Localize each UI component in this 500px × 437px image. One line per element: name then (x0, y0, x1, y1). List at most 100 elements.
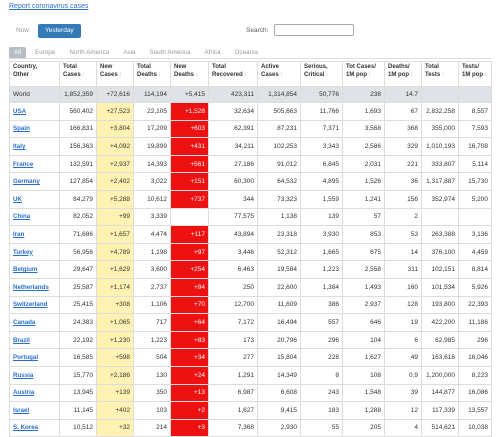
cell-tests-per-1m: 8,557 (458, 102, 492, 121)
search-input[interactable] (274, 24, 355, 36)
region-tab-all[interactable]: All (9, 47, 26, 58)
country-link[interactable]: Iran (13, 231, 24, 238)
country-link[interactable]: Switzerland (13, 301, 47, 308)
region-tab-asia[interactable]: Asia (118, 47, 140, 58)
header-cases-per-1m[interactable]: Tot Cases/ 1M pop (342, 61, 385, 87)
cell-total-tests (421, 86, 459, 103)
cell-tests-per-1m: 10,038 (458, 418, 492, 437)
cell-country: Italy (9, 137, 60, 156)
cell-deaths-per-1m: 19 (384, 313, 422, 332)
cell-total-cases: 156,363 (59, 137, 97, 156)
header-total-recovered[interactable]: Total Recovered (208, 61, 258, 87)
cell-active-cases: 73,323 (257, 189, 301, 209)
cell-total-tests: 193,800 (421, 295, 459, 315)
cell-total-tests: 144,877 (421, 383, 459, 403)
header-new-cases[interactable]: New Cases (96, 61, 134, 87)
cell-total-tests: 263,388 (421, 225, 459, 244)
cell-total-recovered: 27,186 (208, 154, 258, 174)
header-new-deaths[interactable]: New Deaths (170, 61, 209, 87)
country-link[interactable]: Germany (13, 178, 40, 185)
country-link[interactable]: Netherlands (13, 284, 49, 291)
cell-country: Belgium (9, 260, 60, 279)
country-link[interactable]: Brazil (13, 337, 30, 344)
cell-total-recovered: 7,368 (208, 418, 258, 437)
cell-total-tests: 1,317,887 (421, 172, 459, 191)
cell-serious-critical: 1,223 (300, 260, 343, 279)
country-link[interactable]: Belgium (13, 266, 37, 273)
cell-total-tests: 163,616 (421, 348, 459, 367)
cell-deaths-per-1m: 156 (384, 189, 422, 209)
tab-yesterday[interactable]: Yesterday (38, 24, 81, 38)
cell-new-cases: +4,789 (96, 242, 134, 262)
cell-new-deaths: +1,528 (170, 102, 209, 121)
cell-new-deaths: +151 (170, 172, 209, 191)
cell-serious-critical: 183 (300, 401, 343, 420)
cell-active-cases: 22,600 (257, 277, 301, 297)
country-link[interactable]: Austria (13, 389, 34, 396)
country-link[interactable]: USA (13, 108, 26, 115)
region-tab-africa[interactable]: Africa (199, 47, 225, 58)
country-link[interactable]: Turkey (13, 249, 33, 256)
country-link[interactable]: Canada (13, 319, 35, 326)
cell-total-recovered: 34,211 (208, 137, 258, 156)
country-link[interactable]: Israel (13, 407, 29, 414)
table-body: World 1,852,359 +72,616 114,194 +5,415 423,31… (9, 86, 492, 437)
cell-total-recovered: 12,700 (208, 295, 258, 315)
cell-serious-critical: 296 (300, 330, 343, 350)
country-link[interactable]: UK (13, 196, 22, 203)
cell-new-deaths: +24 (170, 365, 209, 385)
region-tab-south-america[interactable]: South America (144, 47, 195, 58)
country-link[interactable]: Russia (13, 372, 33, 379)
cell-cases-per-1m: 2,586 (342, 137, 385, 156)
cell-new-cases: +598 (96, 348, 134, 367)
region-tab-north-america[interactable]: North America (64, 47, 114, 58)
cell-serious-critical: 4,895 (300, 172, 343, 191)
cell-new-cases: +1,629 (96, 260, 134, 279)
cell-total-recovered: 62,391 (208, 119, 258, 139)
world-row: World 1,852,359 +72,616 114,194 +5,415 423,31… (9, 86, 492, 103)
table-row: France 132,591 +2,937 14,393 +561 27,186 91,01… (9, 154, 492, 174)
country-link[interactable]: Spain (13, 125, 30, 132)
cell-total-recovered: 6,463 (208, 260, 258, 279)
header-country[interactable]: Country, Other (9, 61, 60, 87)
cell-deaths-per-1m: 53 (384, 225, 422, 244)
cell-new-deaths: +94 (170, 277, 209, 297)
cell-total-recovered: 6,987 (208, 383, 258, 403)
header-total-tests[interactable]: Total Tests (421, 61, 459, 87)
cell-active-cases: 87,231 (257, 119, 301, 139)
header-deaths-per-1m[interactable]: Deaths/ 1M pop (384, 61, 422, 87)
country-link[interactable]: France (13, 161, 33, 168)
cell-serious-critical: 557 (300, 313, 343, 332)
cell-deaths-per-1m: 311 (384, 260, 422, 279)
tab-now[interactable]: Now (9, 24, 36, 38)
cell-new-cases: +4,092 (96, 137, 134, 156)
cell-tests-per-1m (458, 207, 492, 227)
cell-total-tests: 101,534 (421, 277, 459, 297)
cell-total-tests: 333,807 (421, 154, 459, 174)
table-row: Turkey 56,956 +4,789 1,198 +97 3,446 52,312 1,6… (9, 242, 492, 262)
header-serious-critical[interactable]: Serious, Critical (300, 61, 343, 87)
cell-total-tests: 2,832,258 (421, 102, 459, 121)
header-active-cases[interactable]: Active Cases (257, 61, 301, 87)
cell-total-tests: 1,010,193 (421, 137, 459, 156)
cell-serious-critical: 6,845 (300, 154, 343, 174)
cell-total-deaths: 350 (133, 383, 171, 403)
cell-total-tests (421, 207, 459, 227)
country-link[interactable]: China (13, 213, 30, 220)
region-tab-oceania[interactable]: Oceania (230, 47, 263, 58)
header-total-cases[interactable]: Total Cases (59, 61, 97, 87)
header-tests-per-1m[interactable]: Tests/ 1M pop (458, 61, 492, 87)
cell-tests-per-1m: 16,086 (458, 383, 492, 403)
cell-new-cases: +2,186 (96, 365, 134, 385)
cell-total-recovered: 423,311 (208, 86, 258, 103)
cell-new-cases: +32 (96, 418, 134, 437)
country-link[interactable]: Portugal (13, 354, 38, 361)
cell-total-cases: 10,512 (59, 418, 97, 437)
report-cases-link[interactable]: Report coronavirus cases (9, 3, 88, 10)
cell-serious-critical: 1,665 (300, 242, 343, 262)
cell-serious-critical: 55 (300, 418, 343, 437)
country-link[interactable]: Italy (13, 143, 25, 150)
region-tab-europe[interactable]: Europe (30, 47, 60, 58)
header-total-deaths[interactable]: Total Deaths (133, 61, 171, 87)
cell-active-cases: 19,584 (257, 260, 301, 279)
